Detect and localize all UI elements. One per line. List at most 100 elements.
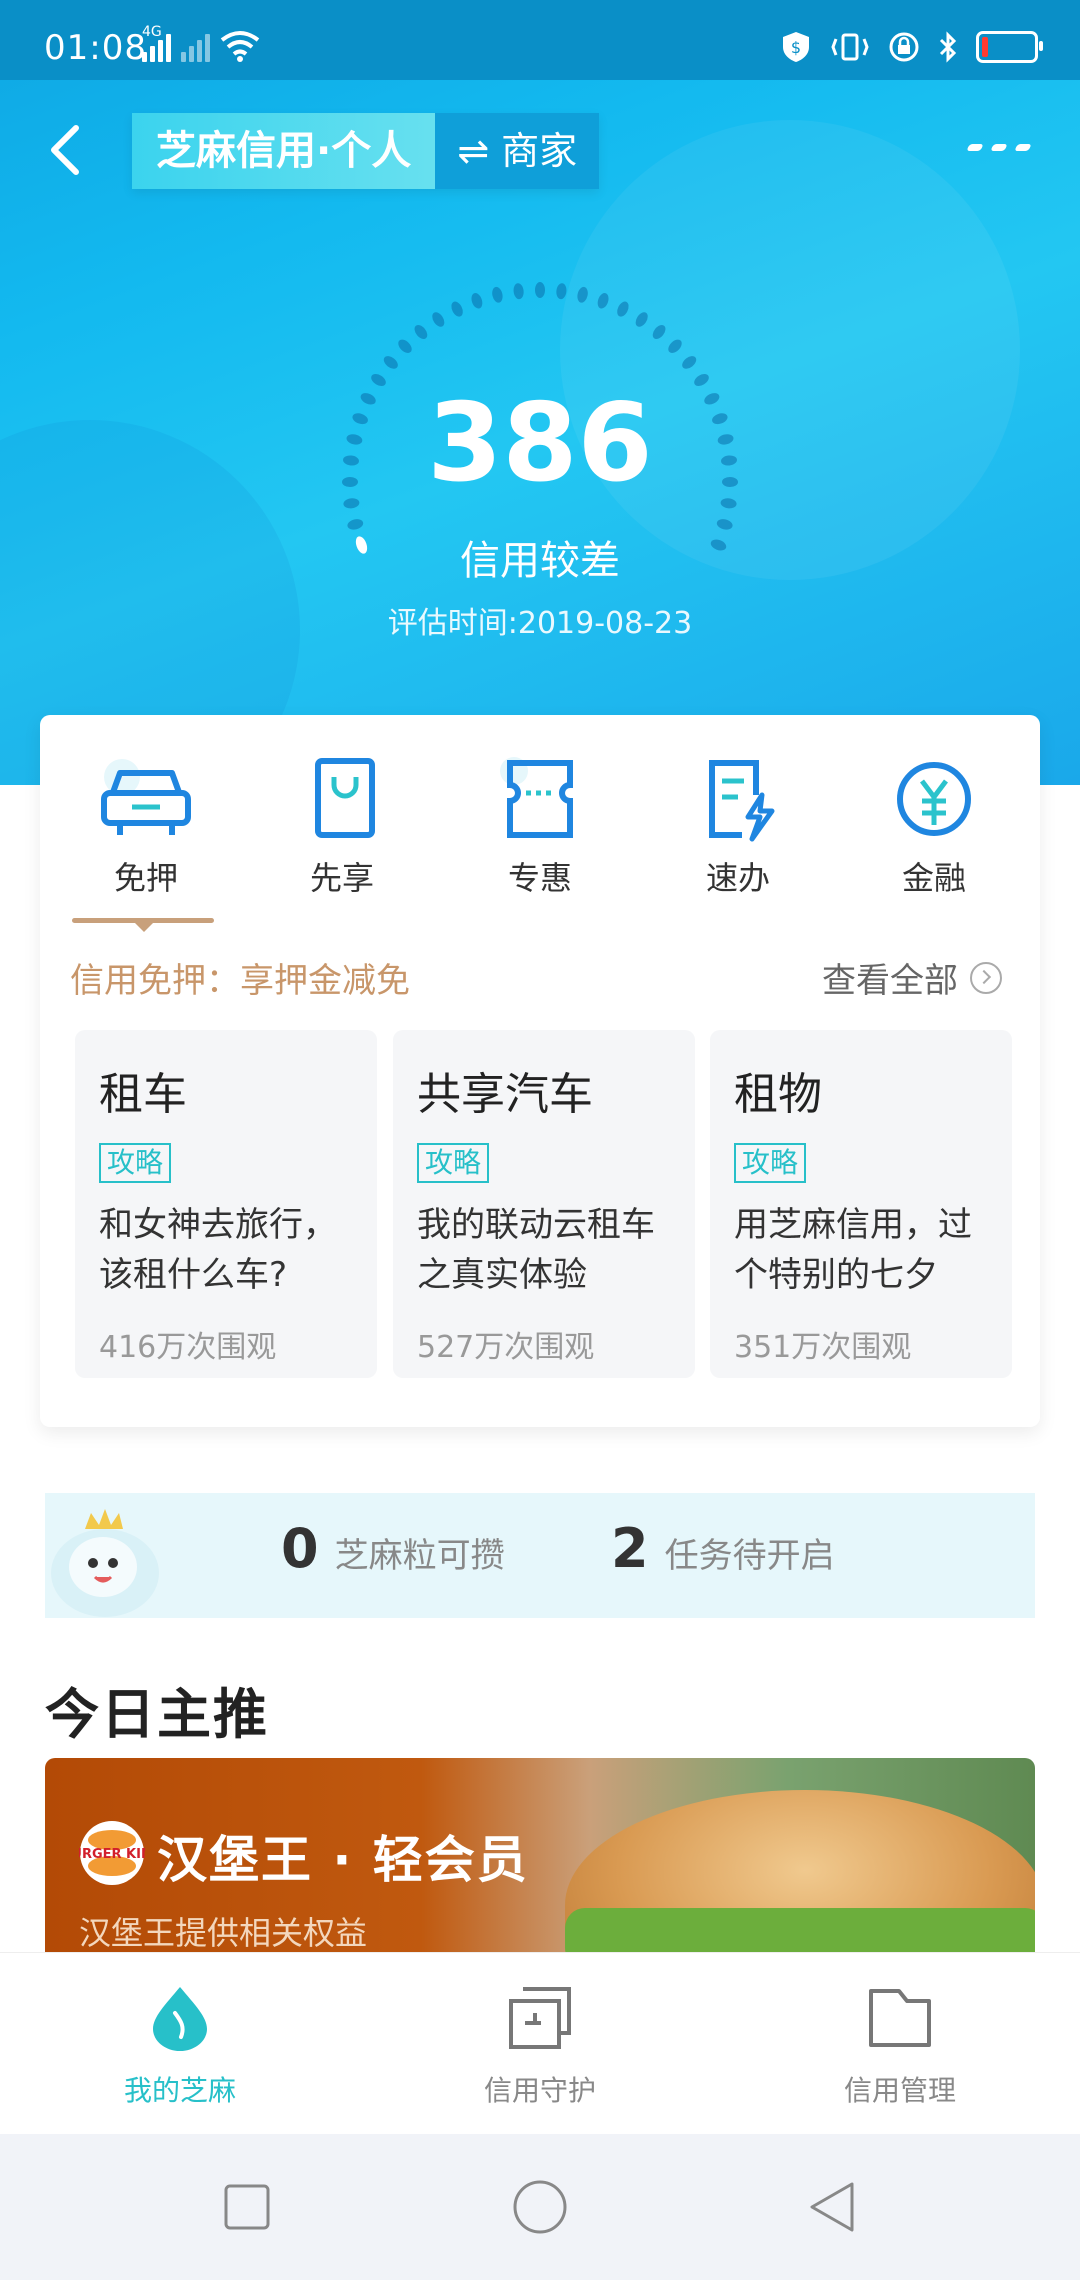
gauge-dot <box>398 339 412 353</box>
credit-level: 信用较差 <box>460 538 620 584</box>
promo-banner-burger-king[interactable]: BURGER KING 汉堡王 · 轻会员 汉堡王提供相关权益 <box>45 1758 1035 1953</box>
card-tag: 攻略 <box>99 1143 172 1183</box>
card-views: 527万次围观 <box>417 1330 595 1365</box>
banner-subtitle: 汉堡王提供相关权益 <box>79 1914 368 1952</box>
grains-label: 芝麻粒可攒 <box>334 1536 505 1576</box>
recent-apps-button[interactable] <box>222 2182 272 2232</box>
system-nav-bar <box>0 2134 1080 2280</box>
gauge-dot <box>343 498 360 509</box>
lock-rotation-icon <box>889 32 919 62</box>
view-all-link[interactable]: 查看全部 <box>822 953 1002 1002</box>
network-type-label: 4G <box>142 24 162 40</box>
card-views: 351万次围观 <box>734 1330 912 1365</box>
card-desc: 和女神去旅行，该租什么车? <box>99 1205 337 1295</box>
grains-count: 0 <box>281 1517 319 1580</box>
gauge-dot <box>694 374 709 386</box>
gauge-dot <box>577 286 588 303</box>
gauge-dot <box>668 339 682 353</box>
signal-no-sim-icon <box>181 32 210 62</box>
tab-quick-service[interactable]: 速办 <box>658 755 818 899</box>
burger-king-logo: BURGER KING <box>79 1821 145 1885</box>
card-title: 租物 <box>734 1069 822 1120</box>
tab-free-deposit[interactable]: 免押 <box>66 755 226 899</box>
battery-icon <box>976 31 1043 63</box>
card-desc: 用芝麻信用，过个特别的七夕 <box>734 1205 972 1295</box>
back-nav-button[interactable] <box>806 2180 858 2234</box>
gauge-dot <box>432 312 445 327</box>
folder-icon <box>869 1989 931 2047</box>
promo-title: 信用免押：享押金减免 <box>70 961 410 1001</box>
card-desc: 我的联动云租车之真实体验 <box>417 1205 655 1295</box>
shield-pay-icon: $ <box>783 32 809 62</box>
sesame-grain-strip[interactable]: 0 芝麻粒可攒 2 任务待开启 <box>45 1493 1035 1618</box>
section-title-today: 今日主推 <box>45 1683 269 1746</box>
nav-label: 信用管理 <box>843 2074 956 2107</box>
view-all-label: 查看全部 <box>822 961 958 1001</box>
active-tab-indicator <box>72 918 214 932</box>
gauge-dot <box>414 325 428 339</box>
status-left-icons: 4G <box>142 24 260 62</box>
tasks-count: 2 <box>611 1517 649 1580</box>
tab-finance[interactable]: 金融 <box>854 755 1014 899</box>
bluetooth-icon <box>939 31 957 63</box>
gauge-dot <box>597 293 609 309</box>
tab-label: 先享 <box>309 859 374 897</box>
card-title: 共享汽车 <box>417 1069 593 1120</box>
gauge-dot <box>556 283 567 300</box>
tab-merchant[interactable]: ⇌ 商家 <box>435 113 600 189</box>
nav-my-sesame[interactable]: 我的芝麻 <box>50 1983 310 2109</box>
service-card: 免押 先享 专惠 速办 金融 信用免押：享押金减免 查看全部 租车 攻略 和女神… <box>40 715 1040 1427</box>
card-tag: 攻略 <box>734 1143 807 1183</box>
car-icon <box>101 759 191 835</box>
card-title: 租车 <box>99 1069 187 1120</box>
sesame-grains-stat: 0 芝麻粒可攒 <box>281 1517 505 1580</box>
card-shared-car[interactable]: 共享汽车 攻略 我的联动云租车之真实体验 527万次围观 <box>393 1030 695 1378</box>
card-rent-items[interactable]: 租物 攻略 用芝麻信用，过个特别的七夕 351万次围观 <box>710 1030 1012 1378</box>
tab-special-offer[interactable]: 专惠 <box>460 755 620 899</box>
gauge-dot <box>535 282 545 298</box>
fast-doc-icon <box>709 760 775 842</box>
status-right-icons: $ <box>780 30 1043 64</box>
tab-personal[interactable]: 芝麻信用·个人 <box>132 113 436 189</box>
nav-credit-manage[interactable]: 信用管理 <box>770 1983 1030 2109</box>
home-button[interactable] <box>512 2179 568 2235</box>
tab-label: 专惠 <box>507 859 572 897</box>
nav-credit-guard[interactable]: 信用守护 <box>410 1983 670 2109</box>
nav-label: 我的芝麻 <box>123 2074 236 2107</box>
status-time: 01:08 <box>44 28 147 68</box>
banner-title: 汉堡王 · 轻会员 <box>157 1831 529 1889</box>
tab-label: 金融 <box>901 859 966 897</box>
more-options-button[interactable] <box>966 144 1032 151</box>
yuan-icon <box>897 762 971 836</box>
gauge-dot <box>682 356 697 369</box>
status-bar: 01:08 4G $ <box>0 0 1080 80</box>
gauge-dot <box>635 312 648 327</box>
chevron-right-circle-icon <box>970 961 1002 994</box>
hero-section: 01:08 4G $ 芝麻信用·个人 ⇌ 商家 386 信用较差 评估时间:20… <box>0 0 1080 785</box>
shopping-bag-icon <box>315 758 375 838</box>
burger-lettuce <box>565 1908 1035 1953</box>
shield-cards-icon <box>509 1987 571 2049</box>
vibrate-icon <box>831 33 869 61</box>
tasks-stat: 2 任务待开启 <box>611 1517 835 1580</box>
gauge-dot <box>617 301 629 317</box>
tasks-label: 任务待开启 <box>664 1536 835 1576</box>
svg-text:$: $ <box>791 38 801 57</box>
evaluation-date: 评估时间:2019-08-23 <box>387 606 693 641</box>
gauge-dot <box>513 283 524 300</box>
credit-score: 386 <box>427 381 653 506</box>
nav-label: 信用守护 <box>483 2074 596 2107</box>
gauge-dot <box>371 374 386 386</box>
card-views: 416万次围观 <box>99 1330 277 1365</box>
bottom-nav: 我的芝麻 信用守护 信用管理 <box>0 1952 1080 2135</box>
gauge-dot <box>383 356 398 369</box>
logo-text: BURGER KING <box>79 1847 145 1862</box>
tab-enjoy-first[interactable]: 先享 <box>262 755 422 899</box>
back-button[interactable] <box>42 120 92 180</box>
sesame-drop-icon <box>153 1987 207 2051</box>
gauge-dot <box>492 286 503 303</box>
card-car-rental[interactable]: 租车 攻略 和女神去旅行，该租什么车? 416万次围观 <box>75 1030 377 1378</box>
gauge-dot <box>451 301 463 317</box>
gauge-dot <box>720 498 737 509</box>
wifi-icon <box>220 31 260 62</box>
